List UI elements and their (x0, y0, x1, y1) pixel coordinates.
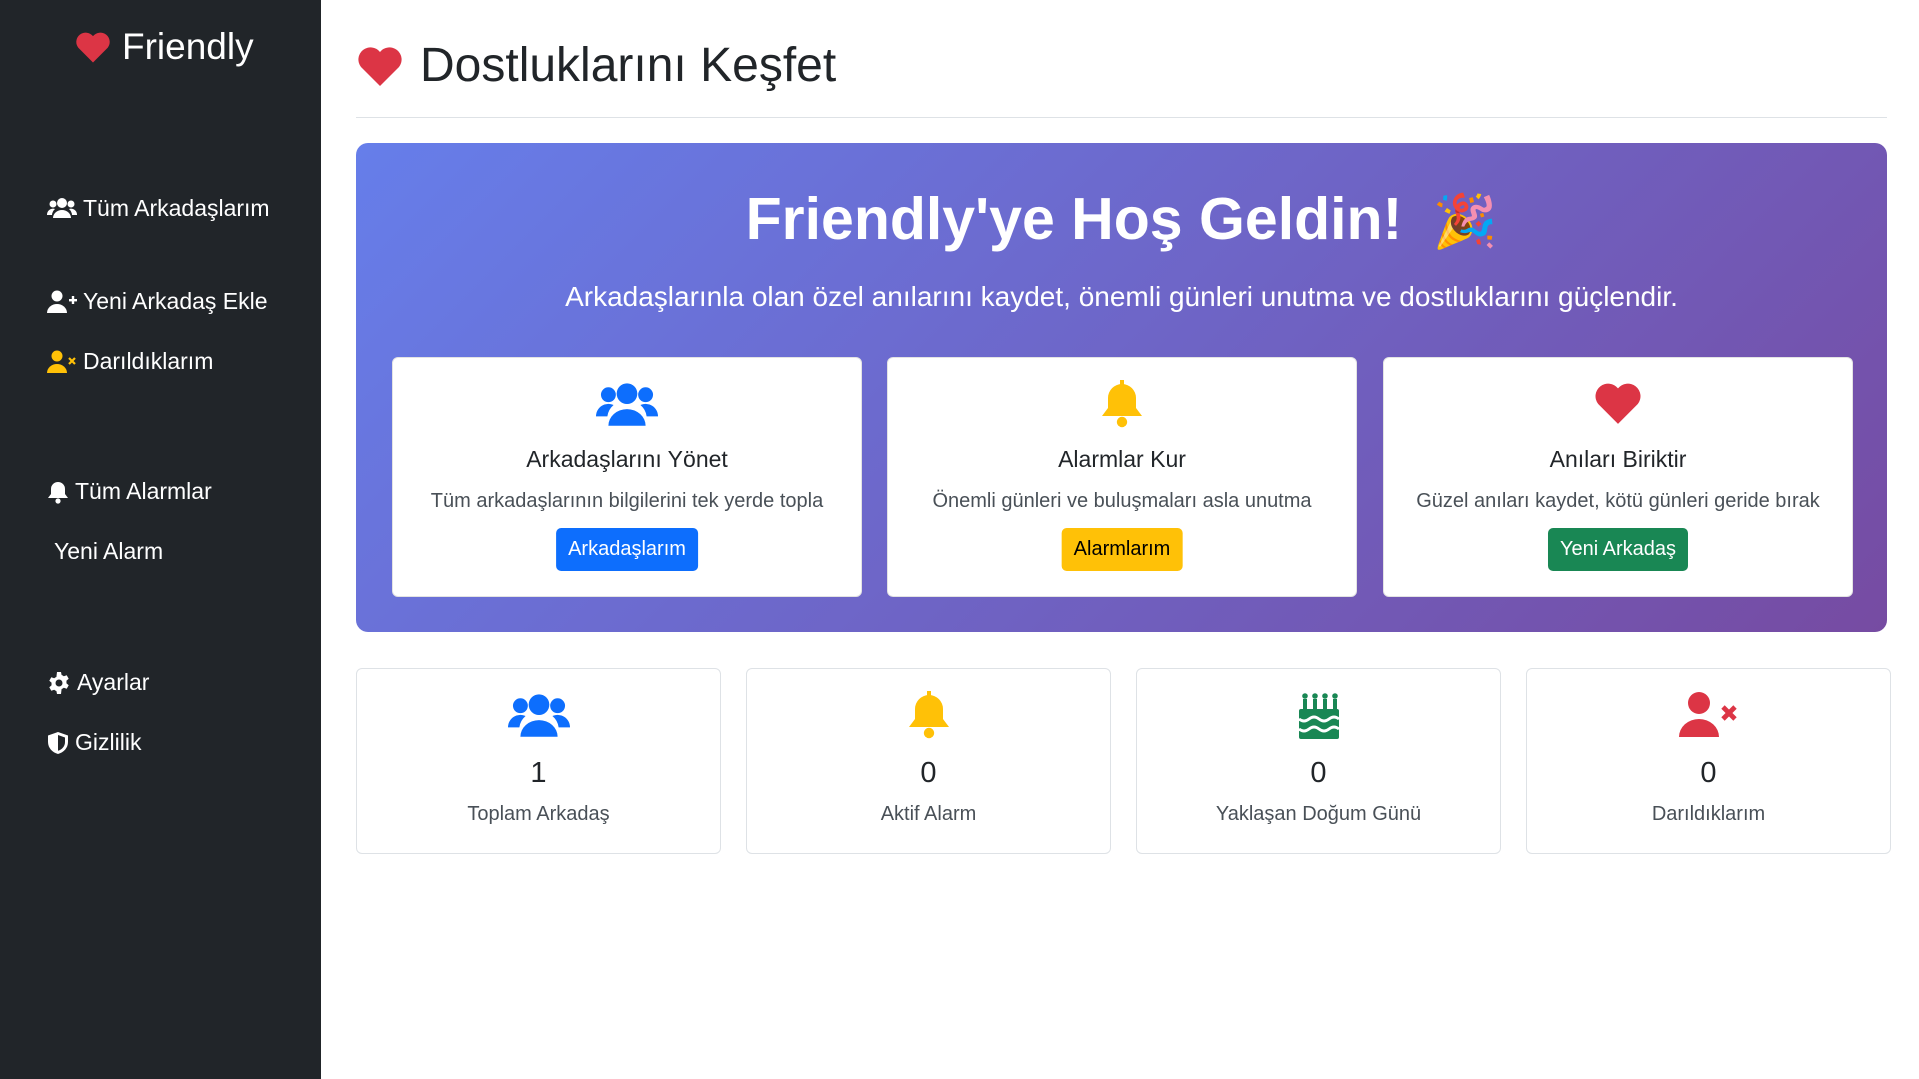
stat-card-upcoming-birthdays: 0 Yaklaşan Doğum Günü (1136, 668, 1501, 854)
main-content: Dostluklarını Keşfet Friendly'ye Hoş Gel… (321, 0, 1919, 1079)
welcome-hero: Friendly'ye Hoş Geldin! 🎉 Arkadaşlarınla… (356, 143, 1887, 632)
stat-value: 0 (1700, 757, 1717, 789)
gear-icon (49, 671, 69, 694)
feature-card-memories: Anıları Biriktir Güzel anıları kaydet, k… (1383, 357, 1853, 597)
sidebar-item-new-alarm[interactable]: Yeni Alarm (54, 538, 163, 565)
user-xmark-icon (47, 350, 76, 373)
users-icon (507, 694, 570, 737)
hero-subtitle: Arkadaşlarınla olan özel anılarını kayde… (565, 281, 1678, 312)
sidebar-item-label: Tüm Alarmlar (75, 478, 212, 504)
bell-icon (48, 481, 68, 504)
stat-value: 0 (1310, 757, 1327, 789)
brand-name: Friendly (122, 26, 254, 67)
stat-label: Aktif Alarm (880, 803, 977, 825)
stat-value: 0 (920, 757, 937, 789)
stat-label: Darıldıklarım (1651, 803, 1766, 825)
sidebar-item-label: Yeni Alarm (54, 538, 164, 564)
bell-icon (1102, 380, 1142, 428)
feature-card-friends: Arkadaşlarını Yönet Tüm arkadaşlarının b… (392, 357, 862, 597)
sidebar-item-upset[interactable]: Darıldıklarım (47, 348, 213, 375)
sidebar-item-label: Yeni Arkadaş Ekle (83, 288, 268, 314)
stat-label: Toplam Arkadaş (467, 803, 610, 825)
shield-icon (48, 731, 68, 754)
page-title: Dostluklarını Keşfet (356, 38, 836, 93)
sidebar-item-all-friends[interactable]: Tüm Arkadaşlarım (46, 190, 277, 227)
feature-description: Önemli günleri ve buluşmaları asla unutm… (932, 490, 1312, 512)
hero-title: Friendly'ye Hoş Geldin! 🎉 (356, 185, 1887, 253)
stat-card-total-friends: 1 Toplam Arkadaş (356, 668, 721, 854)
feature-title: Alarmlar Kur (1058, 446, 1186, 472)
heart-icon (358, 46, 402, 86)
stat-label: Yaklaşan Doğum Günü (1215, 803, 1422, 825)
heart-icon (1595, 383, 1641, 424)
party-popper-icon: 🎉 (1432, 193, 1498, 251)
feature-title: Anıları Biriktir (1549, 446, 1687, 472)
brand-logo[interactable]: Friendly (74, 26, 254, 68)
heart-icon (76, 32, 110, 63)
sidebar: Friendly Tüm Arkadaşlarım Yeni Arkadaş E… (0, 0, 321, 1079)
stat-value: 1 (530, 757, 547, 789)
sidebar-item-label: Darıldıklarım (83, 348, 214, 374)
user-xmark-icon (1678, 692, 1737, 737)
feature-description: Tüm arkadaşlarının bilgilerini tek yerde… (430, 490, 824, 512)
stat-card-active-alarms: 0 Aktif Alarm (746, 668, 1111, 854)
sidebar-item-label: Ayarlar (77, 669, 150, 695)
feature-description: Güzel anıları kaydet, kötü günleri gerid… (1416, 490, 1820, 512)
page-title-text: Dostluklarını Keşfet (420, 39, 837, 92)
sidebar-item-all-alarms[interactable]: Tüm Alarmlar (47, 478, 212, 505)
cake-icon (1297, 693, 1340, 739)
sidebar-item-privacy[interactable]: Gizlilik (47, 729, 141, 756)
divider (356, 117, 1887, 118)
sidebar-item-add-friend[interactable]: Yeni Arkadaş Ekle (47, 288, 268, 315)
sidebar-item-label: Tüm Arkadaşlarım (82, 195, 270, 221)
my-alarms-button[interactable]: Alarmlarım (1061, 528, 1183, 571)
users-icon (596, 383, 658, 426)
sidebar-item-settings[interactable]: Ayarlar (47, 669, 149, 696)
feature-card-alarms: Alarmlar Kur Önemli günleri ve buluşmala… (887, 357, 1357, 597)
new-friend-button[interactable]: Yeni Arkadaş (1547, 528, 1689, 571)
hero-title-text: Friendly'ye Hoş Geldin! (745, 186, 1403, 252)
feature-title: Arkadaşlarını Yönet (526, 446, 728, 472)
bell-icon (908, 691, 949, 739)
my-friends-button[interactable]: Arkadaşlarım (556, 528, 698, 571)
user-plus-icon (47, 290, 77, 313)
stat-card-upset: 0 Darıldıklarım (1526, 668, 1891, 854)
sidebar-item-label: Gizlilik (75, 729, 142, 755)
users-icon (46, 198, 78, 218)
